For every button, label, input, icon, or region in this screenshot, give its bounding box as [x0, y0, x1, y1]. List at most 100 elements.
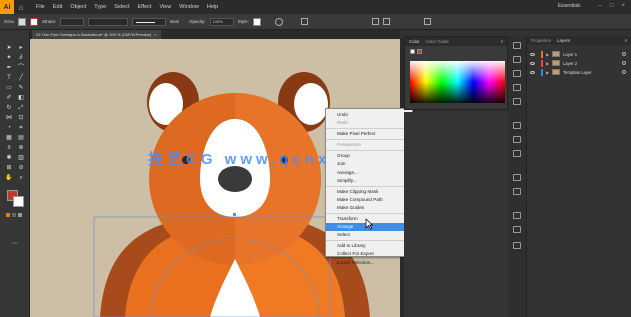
arrange-icon[interactable]	[382, 18, 390, 25]
variable-width-field[interactable]	[88, 17, 129, 26]
target-circle-icon[interactable]	[622, 52, 626, 56]
align-icon[interactable]	[300, 18, 308, 25]
stroke-swatch[interactable]	[30, 17, 39, 26]
align-panel-icon[interactable]	[513, 188, 521, 195]
context-menu-item[interactable]: Export Selection...	[326, 259, 412, 267]
menu-window[interactable]: Window	[179, 4, 199, 10]
panel-menu-icon[interactable]: ≡	[500, 39, 503, 44]
rectangle-tool-icon[interactable]: ▭	[5, 84, 13, 92]
transform-panel-icon[interactable]	[513, 226, 521, 233]
layer-row[interactable]: ▶ Layer 2	[527, 59, 631, 67]
slice-tool-icon[interactable]: ⊘	[17, 164, 25, 172]
expand-arrow-icon[interactable]: ▶	[546, 52, 549, 57]
transform-icon[interactable]	[371, 18, 379, 25]
stroke-weight-field[interactable]	[60, 17, 85, 26]
menu-effect[interactable]: Effect	[138, 4, 152, 10]
layer-row[interactable]: ▶ Layer 1	[527, 50, 631, 58]
workspace-switcher[interactable]: Essentials	[558, 3, 581, 9]
pathfinder-icon[interactable]	[513, 212, 521, 219]
tab-properties[interactable]: Properties	[531, 38, 551, 43]
blend-tool-icon[interactable]: ⊕	[17, 144, 25, 152]
stroke-color-box[interactable]	[13, 196, 24, 207]
lasso-tool-icon[interactable]: ∂	[17, 54, 25, 62]
appearance-icon[interactable]	[513, 174, 521, 181]
home-icon[interactable]: ⌂	[14, 0, 28, 14]
tab-color-guide[interactable]: Color Guide	[426, 39, 449, 44]
visibility-eye-icon[interactable]	[530, 61, 535, 65]
eraser-tool-icon[interactable]: ◧	[17, 94, 25, 102]
expand-arrow-icon[interactable]: ▶	[546, 70, 549, 75]
layer-row[interactable]: ▶ Template Layer	[527, 68, 631, 76]
context-menu-item[interactable]: Make Compound Path	[326, 196, 412, 204]
width-tool-icon[interactable]: ⋈	[5, 114, 13, 122]
artboard-tool-icon[interactable]: ⊞	[5, 164, 13, 172]
context-menu-item[interactable]: Group	[326, 152, 412, 160]
menu-select[interactable]: Select	[114, 4, 129, 10]
graph-tool-icon[interactable]: ▥	[17, 154, 25, 162]
context-menu-item[interactable]: Make Clipping Mask	[326, 188, 412, 196]
type-tool-icon[interactable]: T	[5, 74, 13, 82]
menu-edit[interactable]: Edit	[53, 4, 62, 10]
context-menu-item[interactable]: Simplify...	[326, 177, 412, 185]
maximize-icon[interactable]: □	[610, 3, 614, 9]
rotate-tool-icon[interactable]: ↻	[5, 104, 13, 112]
color-spectrum[interactable]	[410, 61, 505, 103]
menu-type[interactable]: Type	[94, 4, 106, 10]
target-circle-icon[interactable]	[622, 70, 626, 74]
graphic-styles-icon[interactable]	[513, 98, 521, 105]
symbol-sprayer-tool-icon[interactable]: ✺	[5, 154, 13, 162]
isolate-icon[interactable]	[423, 18, 431, 25]
context-menu-item[interactable]: Undo	[326, 111, 412, 119]
color-mode-buttons[interactable]	[6, 213, 24, 218]
tab-layers[interactable]: Layers	[557, 38, 570, 43]
close-icon[interactable]: ×	[621, 3, 625, 9]
visibility-eye-icon[interactable]	[530, 70, 535, 74]
context-menu-item[interactable]: Join	[326, 160, 412, 168]
target-circle-icon[interactable]	[622, 61, 626, 65]
recolor-icon[interactable]	[274, 17, 283, 26]
eyedropper-tool-icon[interactable]: ⌽	[5, 144, 13, 152]
gradient-panel-icon[interactable]	[513, 136, 521, 143]
fill-stroke-chips[interactable]	[410, 49, 422, 54]
menu-file[interactable]: File	[36, 4, 45, 10]
close-tab-icon[interactable]: ×	[154, 32, 156, 37]
menu-help[interactable]: Help	[207, 4, 218, 10]
more-tools-icon[interactable]: ⋯	[11, 240, 19, 248]
pen-tool-icon[interactable]: ✒	[5, 64, 13, 72]
curvature-tool-icon[interactable]: ⌒	[17, 64, 25, 72]
stroke-panel-icon[interactable]	[513, 122, 521, 129]
zoom-tool-icon[interactable]: ⌕	[17, 174, 25, 182]
expand-arrow-icon[interactable]: ▶	[546, 61, 549, 66]
pencil-tool-icon[interactable]: ✐	[5, 94, 13, 102]
magic-wand-tool-icon[interactable]: ✦	[5, 54, 13, 62]
scale-tool-icon[interactable]: ⤢	[17, 104, 25, 112]
context-menu-item[interactable]: Collect For Export▶	[326, 250, 412, 258]
graphic-style-swatch[interactable]	[252, 17, 261, 26]
context-menu-item[interactable]: Select▶	[326, 231, 412, 239]
layer-name[interactable]: Layer 2	[563, 61, 577, 66]
menu-object[interactable]: Object	[70, 4, 86, 10]
selection-tool-icon[interactable]: ➤	[5, 44, 13, 52]
fill-swatch[interactable]	[18, 17, 27, 26]
libraries-icon[interactable]	[513, 242, 521, 249]
document-tab[interactable]: 03 Trim Font Overlaps in Illustrator.ai*…	[32, 30, 161, 39]
direct-selection-tool-icon[interactable]: ▸	[17, 44, 25, 52]
free-transform-tool-icon[interactable]: ⊡	[17, 114, 25, 122]
transparency-icon[interactable]	[513, 150, 521, 157]
shape-builder-tool-icon[interactable]: ◔	[5, 124, 13, 132]
layers-menu-icon[interactable]: ≡	[624, 38, 627, 43]
context-menu-item[interactable]: Make Pixel Perfect	[326, 130, 412, 138]
context-menu-item[interactable]: Average...	[326, 169, 412, 177]
context-menu-item[interactable]: Add to Library	[326, 242, 412, 250]
opacity-field[interactable]: 100%	[209, 17, 234, 26]
line-tool-icon[interactable]: ╱	[17, 74, 25, 82]
layer-name[interactable]: Layer 1	[563, 52, 577, 57]
swatches-icon[interactable]	[513, 56, 521, 63]
context-menu-item[interactable]: Make Guides	[326, 204, 412, 212]
visibility-eye-icon[interactable]	[530, 52, 535, 56]
brushes-icon[interactable]	[513, 70, 521, 77]
menu-view[interactable]: View	[159, 4, 171, 10]
gradient-tool-icon[interactable]: ▤	[17, 134, 25, 142]
tab-color[interactable]: Color	[409, 39, 420, 44]
brush-definition-field[interactable]	[132, 17, 167, 26]
